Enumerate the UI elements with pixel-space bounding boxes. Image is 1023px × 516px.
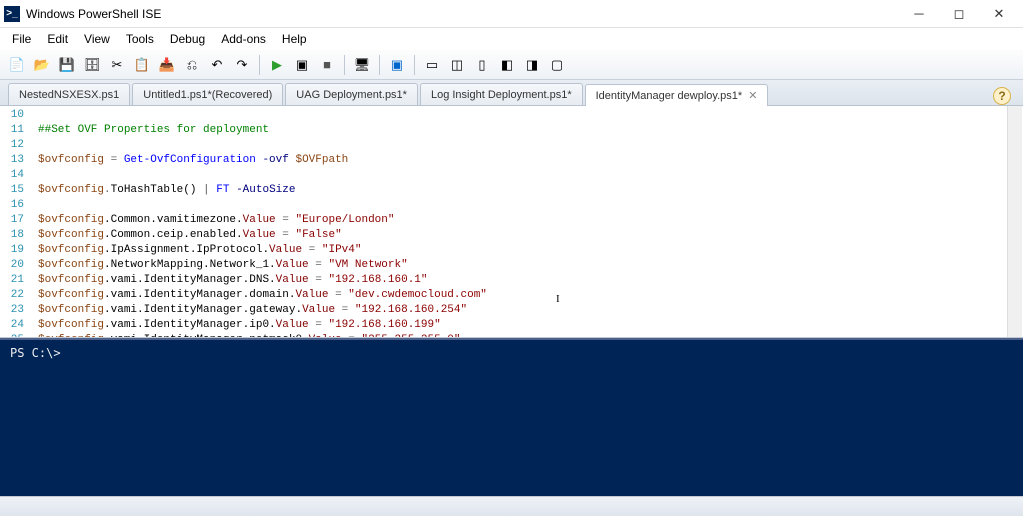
- close-button[interactable]: ✕: [979, 0, 1019, 28]
- code-line[interactable]: $ovfconfig.Common.vamitimezone.Value = "…: [38, 213, 936, 228]
- run-selection-icon[interactable]: ▣: [291, 54, 313, 76]
- tab-label: Untitled1.ps1*(Recovered): [143, 89, 272, 101]
- toolbar-separator: [379, 55, 380, 75]
- tab-1[interactable]: Untitled1.ps1*(Recovered): [132, 83, 283, 105]
- code-line[interactable]: $ovfconfig.Common.ceip.enabled.Value = "…: [38, 228, 936, 243]
- remote-icon[interactable]: 🖥: [351, 54, 373, 76]
- menu-bar: FileEditViewToolsDebugAdd-onsHelp: [0, 28, 1023, 50]
- code-line[interactable]: [38, 138, 936, 153]
- menu-file[interactable]: File: [4, 30, 39, 48]
- run-icon[interactable]: ▶: [266, 54, 288, 76]
- toolbar-separator: [259, 55, 260, 75]
- stop-icon[interactable]: ■: [316, 54, 338, 76]
- toolbar: 📄📂💾🗄✂📋📥⎌↶↷▶▣■🖥▣▭◫▯◧◨▢: [0, 50, 1023, 80]
- minimize-button[interactable]: ─: [899, 0, 939, 28]
- app-icon: >_: [4, 6, 20, 22]
- line-number: 11: [4, 123, 24, 138]
- code-line[interactable]: $ovfconfig.vami.IdentityManager.gateway.…: [38, 303, 936, 318]
- code-line[interactable]: $ovfconfig.vami.IdentityManager.netmask0…: [38, 333, 936, 338]
- line-number: 10: [4, 108, 24, 123]
- line-number: 15: [4, 183, 24, 198]
- copy-icon[interactable]: 📋: [131, 54, 153, 76]
- tab-2[interactable]: UAG Deployment.ps1*: [285, 83, 418, 105]
- line-number: 25: [4, 333, 24, 338]
- line-number: 14: [4, 168, 24, 183]
- tab-label: NestedNSXESX.ps1: [19, 89, 119, 101]
- code-line[interactable]: $ovfconfig = Get-OvfConfiguration -ovf $…: [38, 153, 936, 168]
- menu-edit[interactable]: Edit: [39, 30, 76, 48]
- code-line[interactable]: $ovfconfig.NetworkMapping.Network_1.Valu…: [38, 258, 936, 273]
- script-editor[interactable]: 1011121314151617181920212223242526272829…: [0, 106, 1023, 338]
- clear-icon[interactable]: ⎌: [181, 54, 203, 76]
- code-line[interactable]: [38, 198, 936, 213]
- line-number: 20: [4, 258, 24, 273]
- layout-2-icon[interactable]: ◫: [446, 54, 468, 76]
- code-line[interactable]: $ovfconfig.vami.IdentityManager.ip0.Valu…: [38, 318, 936, 333]
- line-number: 16: [4, 198, 24, 213]
- menu-debug[interactable]: Debug: [162, 30, 213, 48]
- tab-label: UAG Deployment.ps1*: [296, 89, 407, 101]
- tab-4[interactable]: IdentityManager dewploy.ps1* ✕: [585, 84, 769, 106]
- line-number: 24: [4, 318, 24, 333]
- code-line[interactable]: [38, 108, 936, 123]
- layout-4-icon[interactable]: ◧: [496, 54, 518, 76]
- title-bar: >_ Windows PowerShell ISE ─ ◻ ✕: [0, 0, 1023, 28]
- layout-1-icon[interactable]: ▭: [421, 54, 443, 76]
- menu-add-ons[interactable]: Add-ons: [213, 30, 274, 48]
- new-file-icon[interactable]: 📄: [6, 54, 28, 76]
- maximize-button[interactable]: ◻: [939, 0, 979, 28]
- line-number: 13: [4, 153, 24, 168]
- open-file-icon[interactable]: 📂: [31, 54, 53, 76]
- tab-label: Log Insight Deployment.ps1*: [431, 89, 572, 101]
- save-icon[interactable]: 💾: [56, 54, 78, 76]
- paste-icon[interactable]: 📥: [156, 54, 178, 76]
- tab-close-icon[interactable]: ✕: [748, 89, 757, 102]
- text-cursor-icon: I: [556, 292, 560, 307]
- line-number: 17: [4, 213, 24, 228]
- tab-strip: NestedNSXESX.ps1 Untitled1.ps1*(Recovered…: [0, 80, 1023, 106]
- layout-3-icon[interactable]: ▯: [471, 54, 493, 76]
- layout-5-icon[interactable]: ◨: [521, 54, 543, 76]
- menu-tools[interactable]: Tools: [118, 30, 162, 48]
- code-line[interactable]: $ovfconfig.IpAssignment.IpProtocol.Value…: [38, 243, 936, 258]
- tab-3[interactable]: Log Insight Deployment.ps1*: [420, 83, 583, 105]
- undo-icon[interactable]: ↶: [206, 54, 228, 76]
- code-line[interactable]: $ovfconfig.ToHashTable() | FT -AutoSize: [38, 183, 936, 198]
- toolbar-separator: [344, 55, 345, 75]
- line-number: 21: [4, 273, 24, 288]
- line-number: 22: [4, 288, 24, 303]
- tab-0[interactable]: NestedNSXESX.ps1: [8, 83, 130, 105]
- code-line[interactable]: $ovfconfig.vami.IdentityManager.domain.V…: [38, 288, 936, 303]
- redo-icon[interactable]: ↷: [231, 54, 253, 76]
- layout-6-icon[interactable]: ▢: [546, 54, 568, 76]
- line-number: 19: [4, 243, 24, 258]
- status-bar: [0, 496, 1023, 516]
- line-number: 18: [4, 228, 24, 243]
- console-prompt: PS C:\>: [10, 346, 61, 360]
- code-line[interactable]: ##Set OVF Properties for deployment: [38, 123, 936, 138]
- menu-view[interactable]: View: [76, 30, 118, 48]
- save-all-icon[interactable]: 🗄: [81, 54, 103, 76]
- code-area[interactable]: ##Set OVF Properties for deployment $ovfc…: [32, 106, 942, 337]
- code-line[interactable]: $ovfconfig.vami.IdentityManager.DNS.Valu…: [38, 273, 936, 288]
- tab-label: IdentityManager dewploy.ps1*: [596, 90, 743, 102]
- powershell-icon[interactable]: ▣: [386, 54, 408, 76]
- code-line[interactable]: [38, 168, 936, 183]
- toolbar-separator: [414, 55, 415, 75]
- line-number: 23: [4, 303, 24, 318]
- menu-help[interactable]: Help: [274, 30, 315, 48]
- line-number: 12: [4, 138, 24, 153]
- help-badge-icon[interactable]: ?: [993, 87, 1011, 105]
- line-number-gutter: 1011121314151617181920212223242526272829…: [0, 106, 32, 337]
- console-pane[interactable]: PS C:\>: [0, 338, 1023, 496]
- editor-scrollbar[interactable]: [1007, 106, 1022, 337]
- window-title: Windows PowerShell ISE: [26, 7, 899, 21]
- cut-icon[interactable]: ✂: [106, 54, 128, 76]
